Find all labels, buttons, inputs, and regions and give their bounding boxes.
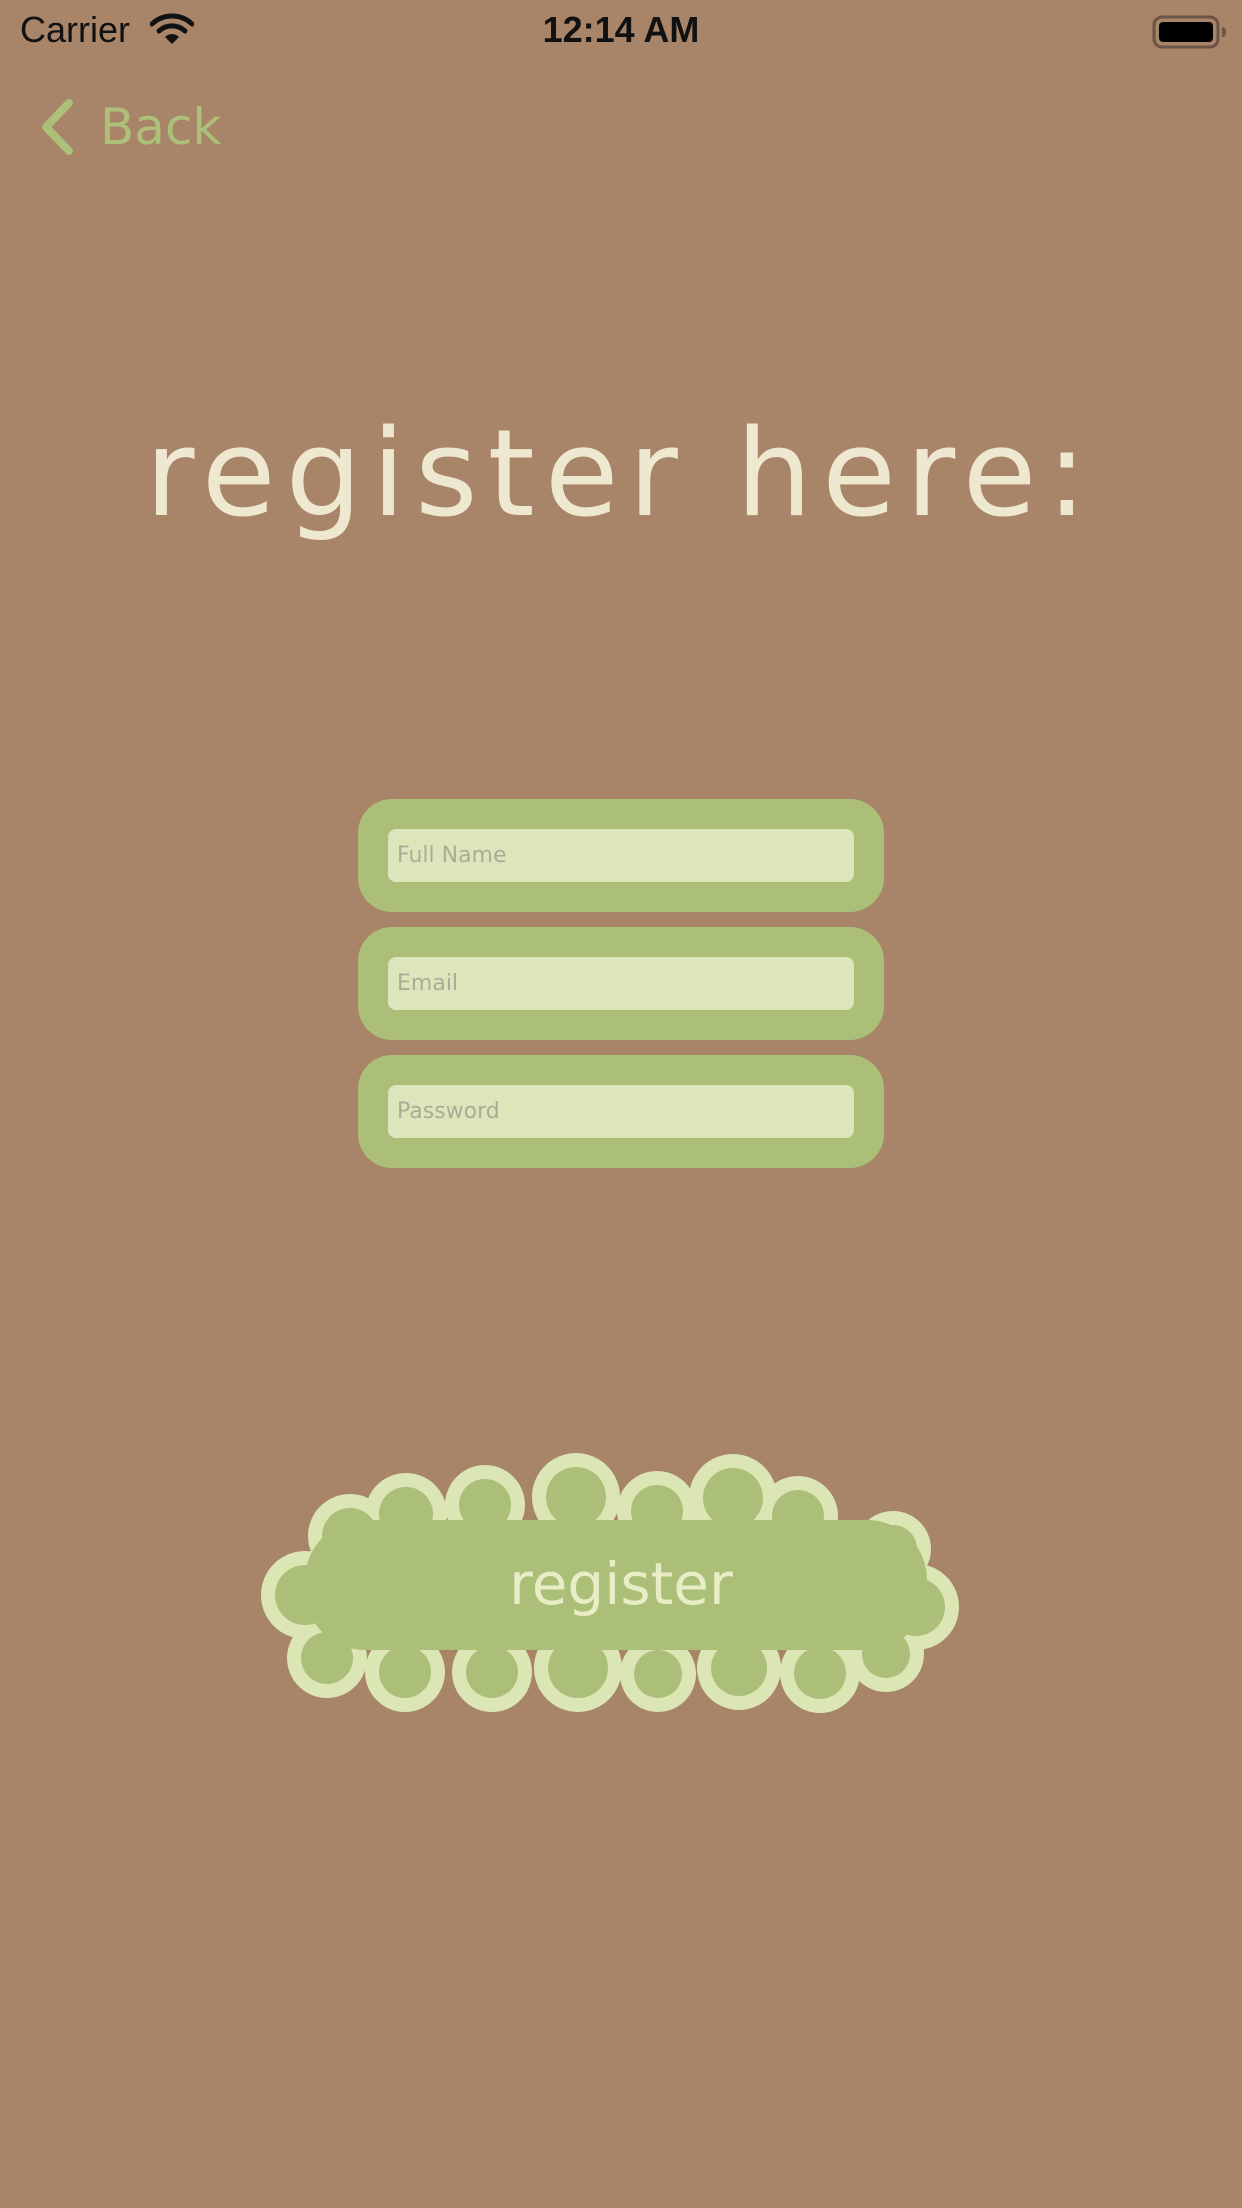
full-name-frame: [358, 799, 884, 912]
back-button[interactable]: Back: [38, 92, 221, 162]
register-button-label: register: [509, 1550, 733, 1618]
email-input[interactable]: [388, 957, 854, 1010]
register-button[interactable]: register: [260, 1450, 982, 1720]
registration-form: [358, 799, 884, 1183]
status-time: 12:14 AM: [542, 9, 700, 50]
status-bar: Carrier 12:14 AM: [0, 0, 1242, 62]
full-name-input[interactable]: [388, 829, 854, 882]
battery-icon: [1152, 15, 1228, 53]
back-label: Back: [100, 98, 222, 156]
page-title: register here:: [145, 405, 1097, 544]
password-frame: [358, 1055, 884, 1168]
password-input[interactable]: [388, 1085, 854, 1138]
chevron-left-icon: [42, 99, 73, 155]
email-frame: [358, 927, 884, 1040]
